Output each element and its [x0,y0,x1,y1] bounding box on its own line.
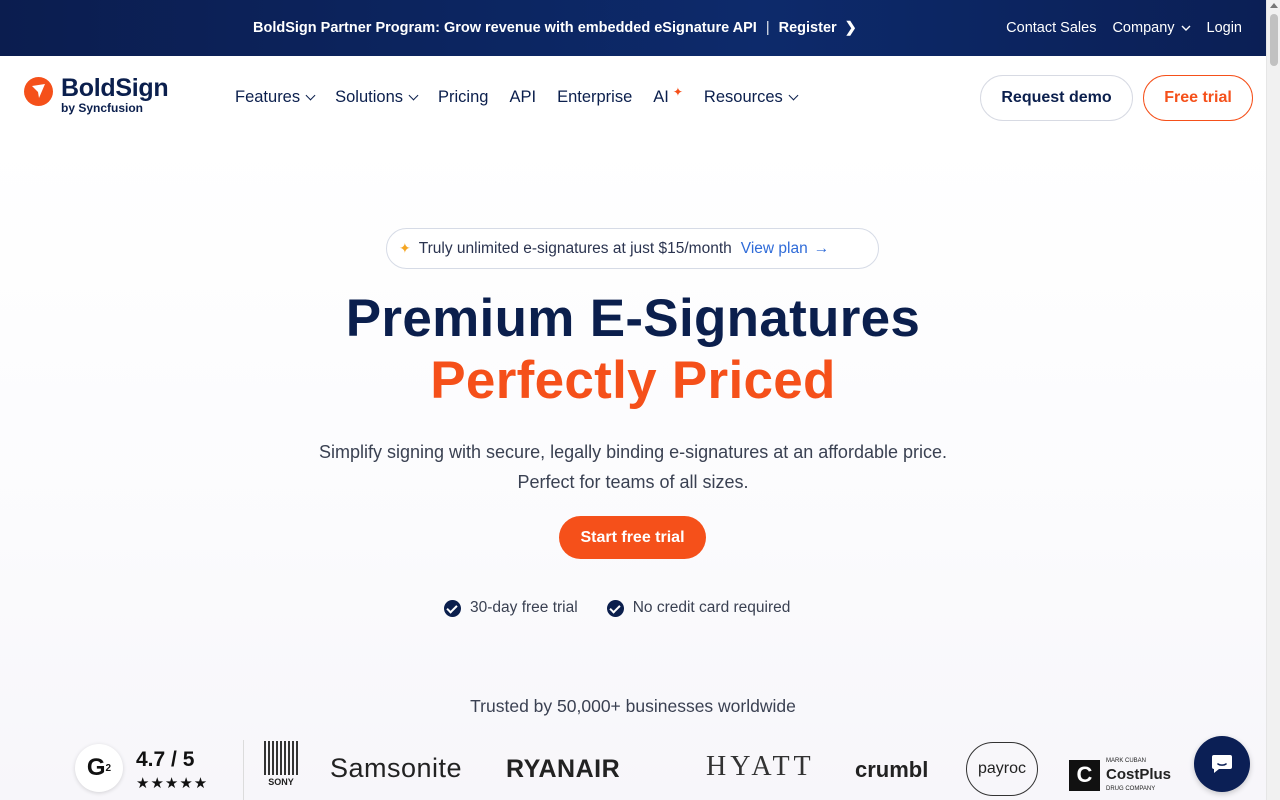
samsonite-logo: Samsonite [330,753,463,783]
sony-pictures-logo: SONY [264,741,298,800]
top-banner: BoldSign Partner Program: Grow revenue w… [0,0,1266,56]
sparkle-icon: ✦ [672,85,683,99]
view-plan-link[interactable]: View plan → [741,240,829,258]
sony-text: SONY [268,777,294,787]
costplus-text: MARK CUBAN CostPlus DRUG COMPANY [1106,754,1171,796]
hero-subtitle-line1: Simplify signing with secure, legally bi… [318,442,947,462]
hero-title-line1: Premium E-Signatures [345,289,921,348]
costplus-sub: DRUG COMPANY [1106,786,1156,792]
brand-byline: by Syncfusion [61,101,144,115]
costplus-mark: C [1069,759,1100,791]
nav-item-pricing[interactable]: Pricing [438,88,488,107]
scroll-thumb[interactable] [1270,14,1278,66]
benefit-item: No credit card required [606,599,791,617]
chevron-down-icon [408,90,419,100]
ryanair-logo: RYANAIR [506,755,621,783]
g2-letter: G [86,754,106,781]
costplus-name: CostPlus [1106,766,1172,783]
crumbl-logo: crumbl [855,757,929,782]
nav-item-label: API [509,87,537,106]
g2-logo: G2 [75,744,123,792]
company-label: Company [1112,20,1175,36]
register-link[interactable]: Register ❯ [779,20,857,36]
main-navigation: BoldSign by Syncfusion Features Solution… [0,56,1266,138]
nav-item-label: AI [653,87,669,106]
chevron-down-icon [305,90,316,100]
benefit-label: 30-day free trial [470,599,578,616]
promo-text: BoldSign Partner Program: Grow revenue w… [253,20,757,36]
nav-item-api[interactable]: API [509,88,536,107]
nav-item-label: Enterprise [557,87,633,106]
pricing-announcement-pill[interactable]: ✦ Truly unlimited e-signatures at just $… [386,228,879,269]
nav-item-label: Pricing [438,87,489,106]
free-trial-button[interactable]: Free trial [1143,75,1253,121]
payroc-text: payroc [977,760,1027,777]
promo-separator: | [765,20,770,36]
view-plan-label: View plan [740,239,808,257]
benefit-item: 30-day free trial [444,599,578,617]
nav-item-solutions[interactable]: Solutions [335,87,419,107]
divider [243,740,244,800]
payroc-logo: payroc [966,742,1038,796]
nav-item-label: Solutions [335,87,404,106]
sony-bars-graphic [264,741,298,775]
request-demo-button[interactable]: Request demo [980,75,1133,121]
start-free-trial-button[interactable]: Start free trial [559,516,706,559]
contact-sales-link[interactable]: Contact Sales [1006,20,1096,36]
nav-item-label: Resources [703,87,783,106]
costplus-logo: C MARK CUBAN CostPlus DRUG COMPANY [1069,754,1171,796]
nav-item-features[interactable]: Features [235,87,316,107]
hero-title-line2: Perfectly Priced [430,351,836,410]
sparkle-icon: ✦ [399,240,411,256]
chat-widget-button[interactable] [1194,736,1250,792]
scroll-up-arrow-icon[interactable] [1270,3,1278,8]
page-scrollbar[interactable] [1266,0,1280,800]
nav-item-enterprise[interactable]: Enterprise [557,88,632,107]
company-menu[interactable]: Company [1112,20,1191,36]
star-rating-icon: ★★★★★ [136,775,209,792]
g2-sup: 2 [105,762,112,774]
top-utility-links: Contact Sales Company Login [1006,0,1242,56]
boldsign-logo[interactable]: BoldSign by Syncfusion [24,74,169,115]
check-circle-icon [444,599,461,617]
hero-subtitle: Simplify signing with secure, legally bi… [0,437,1266,497]
chevron-right-icon: ❯ [844,20,857,36]
pill-text: Truly unlimited e-signatures at just $15… [418,239,732,257]
login-link[interactable]: Login [1207,20,1242,36]
register-label: Register [778,20,837,36]
check-circle-icon [606,599,624,617]
nav-menu: Features Solutions Pricing API Enterpris… [235,56,799,138]
nav-item-ai[interactable]: AI ✦ [653,85,683,107]
chevron-down-icon [788,90,799,100]
chevron-down-icon [1181,25,1191,31]
arrow-right-icon: → [813,239,830,257]
nav-item-label: Features [235,87,301,106]
chat-bubble-icon [1212,755,1232,773]
hyatt-logo: HYATT [706,751,815,782]
brand-name: BoldSign [61,74,169,102]
g2-rating: 4.7 / 5 ★★★★★ [136,748,208,792]
benefit-label: No credit card required [632,599,791,616]
nav-item-resources[interactable]: Resources [703,87,799,107]
trusted-by-heading: Trusted by 50,000+ businesses worldwide [470,696,796,716]
boldsign-logo-icon [24,77,53,106]
partner-promo: BoldSign Partner Program: Grow revenue w… [253,0,857,56]
trial-benefits: 30-day free trial No credit card require… [444,599,790,617]
rating-value: 4.7 / 5 [136,748,195,771]
hero-subtitle-line2: Perfect for teams of all sizes. [517,472,749,492]
